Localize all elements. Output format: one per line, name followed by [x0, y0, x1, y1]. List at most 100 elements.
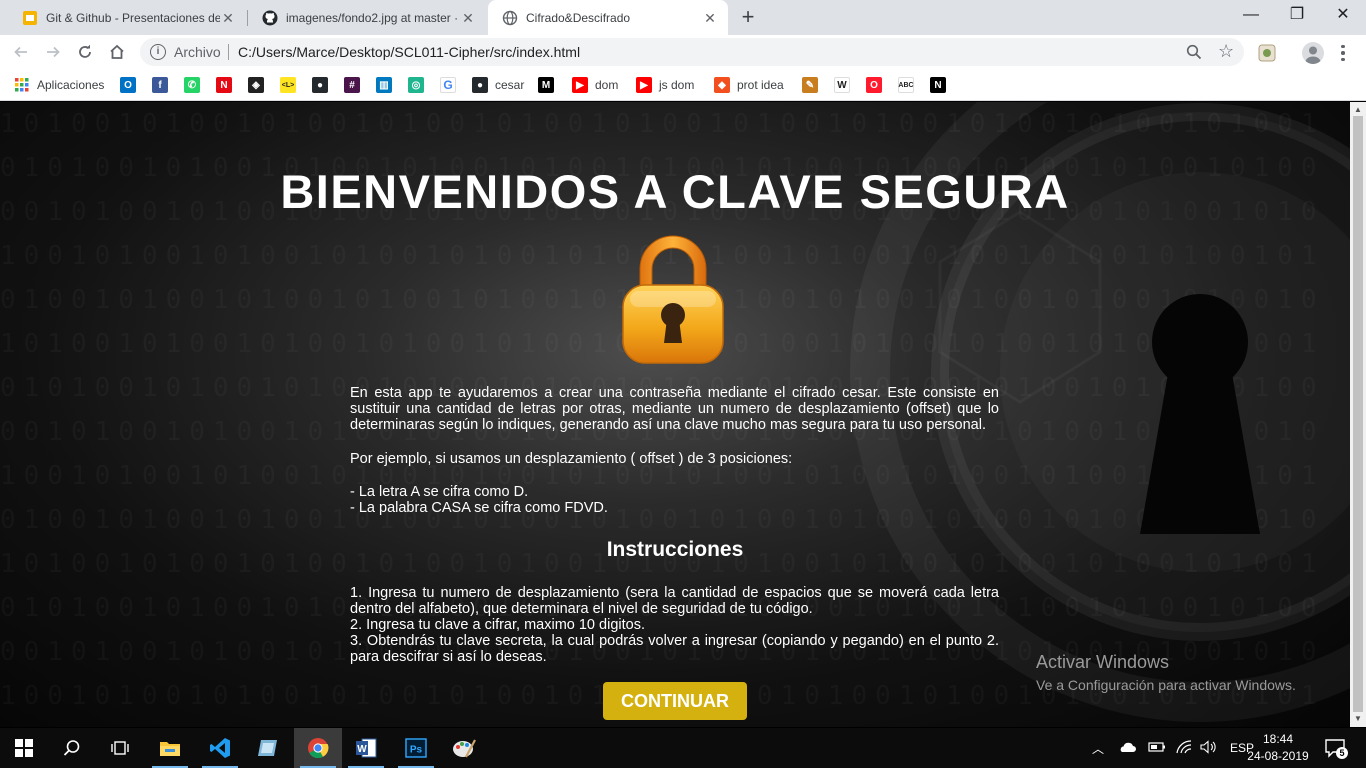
tab-imagenes[interactable]: imagenes/fondo2.jpg at master · ✕ — [248, 0, 486, 35]
bookmark-item[interactable]: ✆ — [184, 75, 200, 95]
figma-icon: ◆ — [714, 77, 730, 93]
task-view-icon[interactable] — [96, 728, 144, 768]
example-list: - La letra A se cifra como D. - La palab… — [350, 484, 608, 516]
example-item: - La palabra CASA se cifra como FDVD. — [350, 500, 608, 516]
trello-icon: ▥ — [376, 77, 392, 93]
browser-menu-icon[interactable] — [1338, 42, 1348, 64]
notification-badge: 5 — [1336, 747, 1348, 759]
chevron-up-icon[interactable]: ︿ — [1092, 740, 1104, 757]
close-tab-icon[interactable]: ✕ — [460, 10, 476, 26]
close-tab-icon[interactable]: ✕ — [702, 10, 718, 26]
system-clock[interactable]: 18:44 24-08-2019 — [1246, 731, 1310, 765]
bookmark-item[interactable]: <L> — [280, 75, 296, 95]
windows-start-icon[interactable] — [0, 728, 48, 768]
bookmark-item[interactable]: ABC — [898, 75, 914, 95]
extension-icon[interactable] — [1258, 44, 1276, 62]
youtube-icon: ▶ — [636, 77, 652, 93]
bookmark-item[interactable]: ● cesar — [472, 75, 524, 95]
wifi-icon[interactable] — [1176, 739, 1192, 757]
bookmark-label: cesar — [495, 78, 525, 92]
scroll-down-icon[interactable]: ▼ — [1354, 714, 1362, 723]
bookmark-label: Aplicaciones — [37, 78, 105, 92]
minimize-button[interactable]: — — [1228, 0, 1274, 30]
globe-icon — [502, 10, 518, 26]
page-scrollbar[interactable]: ▲ ▼ — [1350, 102, 1366, 727]
bookmark-item[interactable]: N — [930, 75, 946, 95]
word-icon[interactable]: W — [342, 728, 390, 768]
file-explorer-icon[interactable] — [146, 728, 194, 768]
bookmark-item[interactable]: M — [538, 75, 554, 95]
web-page: 1010010100101001010010100101001010010100… — [0, 102, 1350, 727]
bookmark-item[interactable]: # — [344, 75, 360, 95]
slack-icon: # — [344, 77, 360, 93]
padlock-icon — [622, 235, 724, 364]
paint-icon[interactable] — [440, 728, 488, 768]
bookmark-item[interactable]: ◈ — [248, 75, 264, 95]
arrow-left-icon — [14, 46, 27, 58]
reload-icon — [79, 44, 91, 58]
bookmark-item[interactable]: f — [152, 75, 168, 95]
laboratoria-icon: <L> — [280, 77, 296, 93]
tab-git-github[interactable]: Git & Github - Presentaciones de ✕ — [8, 0, 246, 35]
bookmark-item[interactable]: N — [216, 75, 232, 95]
notification-center-icon[interactable]: 5 — [1324, 736, 1348, 760]
watermark-subtitle: Ve a Configuración para activar Windows. — [1036, 677, 1296, 693]
bookmark-item[interactable]: ✎ — [802, 75, 818, 95]
tab-cifrado-active[interactable]: Cifrado&Descifrado ✕ — [488, 0, 728, 35]
github-icon — [262, 10, 278, 26]
battery-icon[interactable] — [1148, 741, 1166, 756]
volume-icon[interactable] — [1200, 739, 1218, 757]
close-window-button[interactable]: ✕ — [1320, 0, 1366, 30]
codepen-icon: ◈ — [248, 77, 264, 93]
forward-button[interactable] — [40, 39, 66, 65]
maximize-button[interactable]: ❐ — [1274, 0, 1320, 30]
scrollbar-thumb[interactable] — [1353, 116, 1363, 712]
reload-button[interactable] — [72, 39, 98, 65]
new-tab-button[interactable]: + — [736, 4, 760, 30]
chrome-icon[interactable] — [294, 728, 342, 768]
notion-icon: N — [930, 77, 946, 93]
instruction-item: 3. Obtendrás tu clave secreta, la cual p… — [350, 633, 999, 665]
url-text[interactable]: C:/Users/Marce/Desktop/SCL011-Cipher/src… — [238, 44, 580, 60]
home-button[interactable] — [104, 39, 130, 65]
photoshop-icon[interactable]: Ps — [392, 728, 440, 768]
facebook-icon: f — [152, 77, 168, 93]
github-icon: ● — [312, 77, 328, 93]
svg-text:Ps: Ps — [410, 745, 423, 756]
browser-toolbar: i Archivo C:/Users/Marce/Desktop/SCL011-… — [0, 35, 1366, 69]
bookmark-star-icon[interactable]: ☆ — [1218, 41, 1234, 62]
bookmark-item[interactable]: O — [120, 75, 136, 95]
bookmark-item[interactable]: ▶ js dom — [636, 75, 694, 95]
info-icon[interactable]: i — [150, 44, 166, 60]
scheme-label: Archivo — [174, 44, 221, 60]
bookmark-item[interactable]: O — [866, 75, 882, 95]
bookmark-item[interactable]: G — [440, 75, 456, 95]
opera-icon: O — [866, 77, 882, 93]
search-icon[interactable] — [48, 728, 96, 768]
onedrive-icon[interactable] — [1118, 741, 1137, 756]
bookmark-item[interactable]: ▥ — [376, 75, 392, 95]
bookmark-item[interactable]: ◎ — [408, 75, 424, 95]
bookmark-item[interactable]: ◆ prot idea — [714, 75, 784, 95]
github-icon: ● — [472, 77, 488, 93]
scroll-up-icon[interactable]: ▲ — [1354, 105, 1362, 114]
spellcheck-icon: ABC — [898, 77, 914, 93]
app-green-icon: ◎ — [408, 77, 424, 93]
intro-paragraph: En esta app te ayudaremos a crear una co… — [350, 385, 999, 433]
vscode-icon[interactable] — [196, 728, 244, 768]
example-item: - La letra A se cifra como D. — [350, 484, 529, 500]
medium-icon: M — [538, 77, 554, 93]
bookmark-item[interactable]: W — [834, 75, 850, 95]
app-blue-icon[interactable] — [244, 728, 292, 768]
address-bar[interactable]: i Archivo C:/Users/Marce/Desktop/SCL011-… — [140, 38, 1244, 66]
continue-button[interactable]: CONTINUAR — [603, 682, 747, 720]
bookmark-item[interactable]: ▶ dom — [572, 75, 618, 95]
close-tab-icon[interactable]: ✕ — [220, 10, 236, 26]
back-button[interactable] — [8, 39, 34, 65]
bookmark-label: js dom — [659, 78, 695, 92]
bookmark-item[interactable]: ● — [312, 75, 328, 95]
profile-avatar-icon[interactable] — [1302, 42, 1324, 64]
tab-strip: Git & Github - Presentaciones de ✕ image… — [0, 0, 1366, 35]
bookmark-item[interactable]: Aplicaciones — [14, 75, 104, 95]
zoom-icon[interactable] — [1186, 44, 1202, 65]
